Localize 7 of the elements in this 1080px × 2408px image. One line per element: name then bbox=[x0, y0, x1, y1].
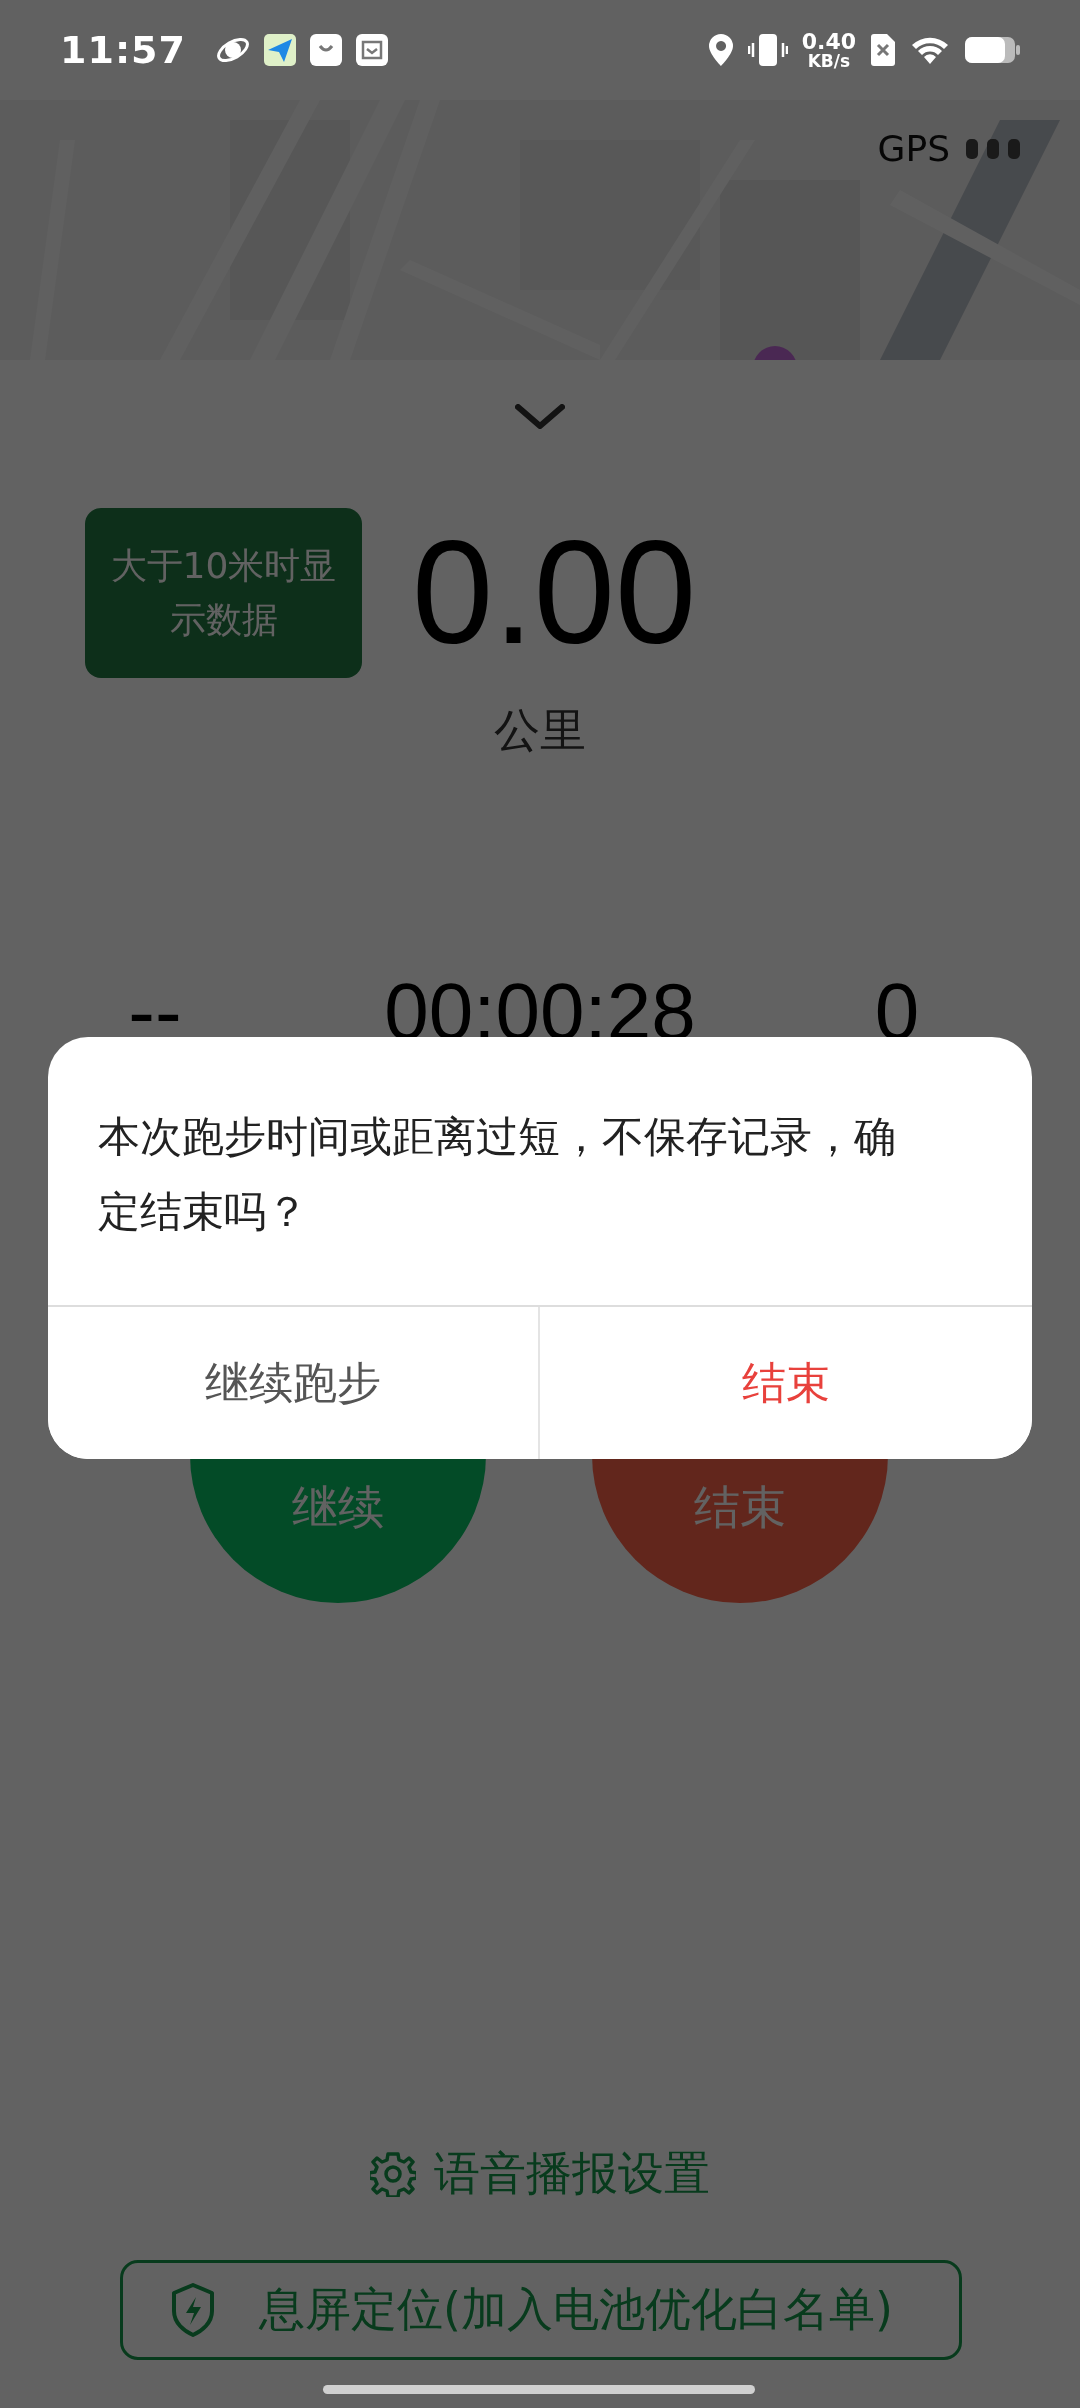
distance-notice: 大于10米时显示数据 bbox=[85, 508, 362, 678]
network-speed-unit: KB/s bbox=[807, 52, 851, 70]
network-speed: 0.40 bbox=[801, 30, 856, 53]
clock: 11:57 bbox=[60, 28, 186, 72]
distance-value: 0.00 bbox=[412, 520, 697, 666]
distance-unit: 公里 bbox=[494, 702, 586, 759]
gps-label: GPS bbox=[877, 128, 950, 169]
